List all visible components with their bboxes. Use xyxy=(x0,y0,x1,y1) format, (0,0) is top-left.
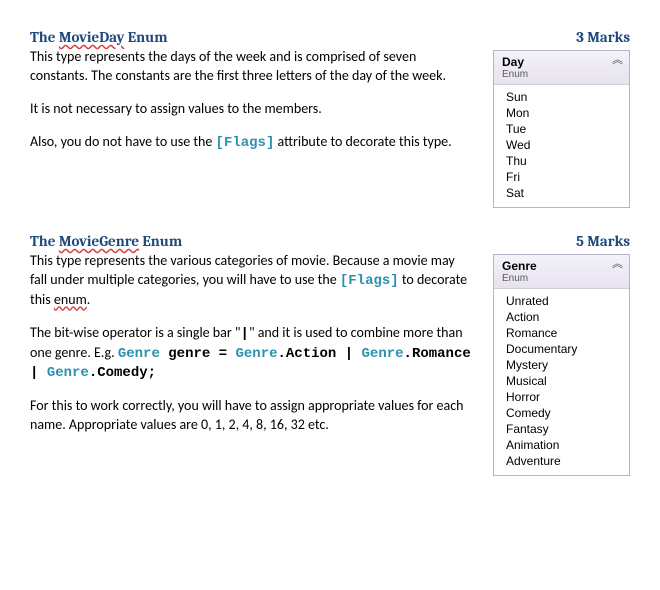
enum-item: Tue xyxy=(494,121,629,137)
enum-item: Action xyxy=(494,309,629,325)
heading-prefix: The xyxy=(30,232,59,250)
paragraph: It is not necessary to assign values to … xyxy=(30,100,475,119)
enum-item: Mystery xyxy=(494,357,629,373)
code-genre: Genre xyxy=(118,346,160,362)
enum-item: Documentary xyxy=(494,341,629,357)
enum-items: Unrated Action Romance Documentary Myste… xyxy=(494,289,629,475)
code-bar: | xyxy=(30,365,47,381)
code-decl: genre = xyxy=(160,346,236,362)
enum-title: Genre xyxy=(502,259,621,273)
section-heading: The MovieGenre Enum xyxy=(30,232,182,250)
enum-type-label: Enum xyxy=(502,273,621,284)
enum-item: Horror xyxy=(494,389,629,405)
code-romance: .Romance xyxy=(404,346,471,362)
code-genre: Genre xyxy=(362,346,404,362)
moviegenre-section: The MovieGenre Enum 5 Marks This type re… xyxy=(30,232,630,476)
enum-item: Comedy xyxy=(494,405,629,421)
marks-label: 5 Marks xyxy=(576,232,630,250)
code-bar: | xyxy=(345,346,362,362)
enum-item: Adventure xyxy=(494,453,629,469)
section-heading: The MovieDay Enum xyxy=(30,28,168,46)
paragraph: The bit-wise operator is a single bar "|… xyxy=(30,324,475,384)
enum-item: Mon xyxy=(494,105,629,121)
enum-item: Fri xyxy=(494,169,629,185)
code-action: .Action xyxy=(278,346,345,362)
paragraph: This type represents the days of the wee… xyxy=(30,48,475,86)
enum-item: Animation xyxy=(494,437,629,453)
heading-prefix: The xyxy=(30,28,59,46)
body-row: This type represents the various categor… xyxy=(30,252,630,476)
enum-item: Thu xyxy=(494,153,629,169)
enum-box-genre: Genre Enum ︽ Unrated Action Romance Docu… xyxy=(493,254,630,476)
marks-label: 3 Marks xyxy=(576,28,630,46)
prose-block: This type represents the days of the wee… xyxy=(30,48,475,167)
heading-suffix: Enum xyxy=(124,28,167,46)
heading-suffix: Enum xyxy=(139,232,182,250)
enum-item: Musical xyxy=(494,373,629,389)
enum-item: Sun xyxy=(494,89,629,105)
prose-block: This type represents the various categor… xyxy=(30,252,475,449)
code-comedy: .Comedy; xyxy=(89,365,156,381)
paragraph: Also, you do not have to use the [Flags]… xyxy=(30,133,475,153)
collapse-icon[interactable]: ︽ xyxy=(612,55,623,66)
enum-box-header: Genre Enum ︽ xyxy=(494,255,629,289)
header-row: The MovieDay Enum 3 Marks xyxy=(30,28,630,46)
enum-items: Sun Mon Tue Wed Thu Fri Sat xyxy=(494,85,629,207)
code-genre: Genre xyxy=(47,365,89,381)
moviedays-section: The MovieDay Enum 3 Marks This type repr… xyxy=(30,28,630,208)
heading-keyword: MovieGenre xyxy=(59,232,139,250)
enum-title: Day xyxy=(502,55,621,69)
collapse-icon[interactable]: ︽ xyxy=(612,259,623,270)
enum-type-label: Enum xyxy=(502,69,621,80)
enum-box-header: Day Enum ︽ xyxy=(494,51,629,85)
code-bar: | xyxy=(241,326,249,342)
code-flags: [Flags] xyxy=(340,273,399,289)
enum-item: Sat xyxy=(494,185,629,201)
spellcheck-word: enum xyxy=(54,291,87,308)
code-flags: [Flags] xyxy=(216,135,275,151)
enum-item: Unrated xyxy=(494,293,629,309)
heading-keyword: MovieDay xyxy=(59,28,125,46)
enum-item: Fantasy xyxy=(494,421,629,437)
enum-box-day: Day Enum ︽ Sun Mon Tue Wed Thu Fri Sat xyxy=(493,50,630,208)
enum-item: Wed xyxy=(494,137,629,153)
paragraph: This type represents the various categor… xyxy=(30,252,475,310)
code-genre: Genre xyxy=(235,346,277,362)
header-row: The MovieGenre Enum 5 Marks xyxy=(30,232,630,250)
body-row: This type represents the days of the wee… xyxy=(30,48,630,208)
enum-item: Romance xyxy=(494,325,629,341)
paragraph: For this to work correctly, you will hav… xyxy=(30,397,475,435)
